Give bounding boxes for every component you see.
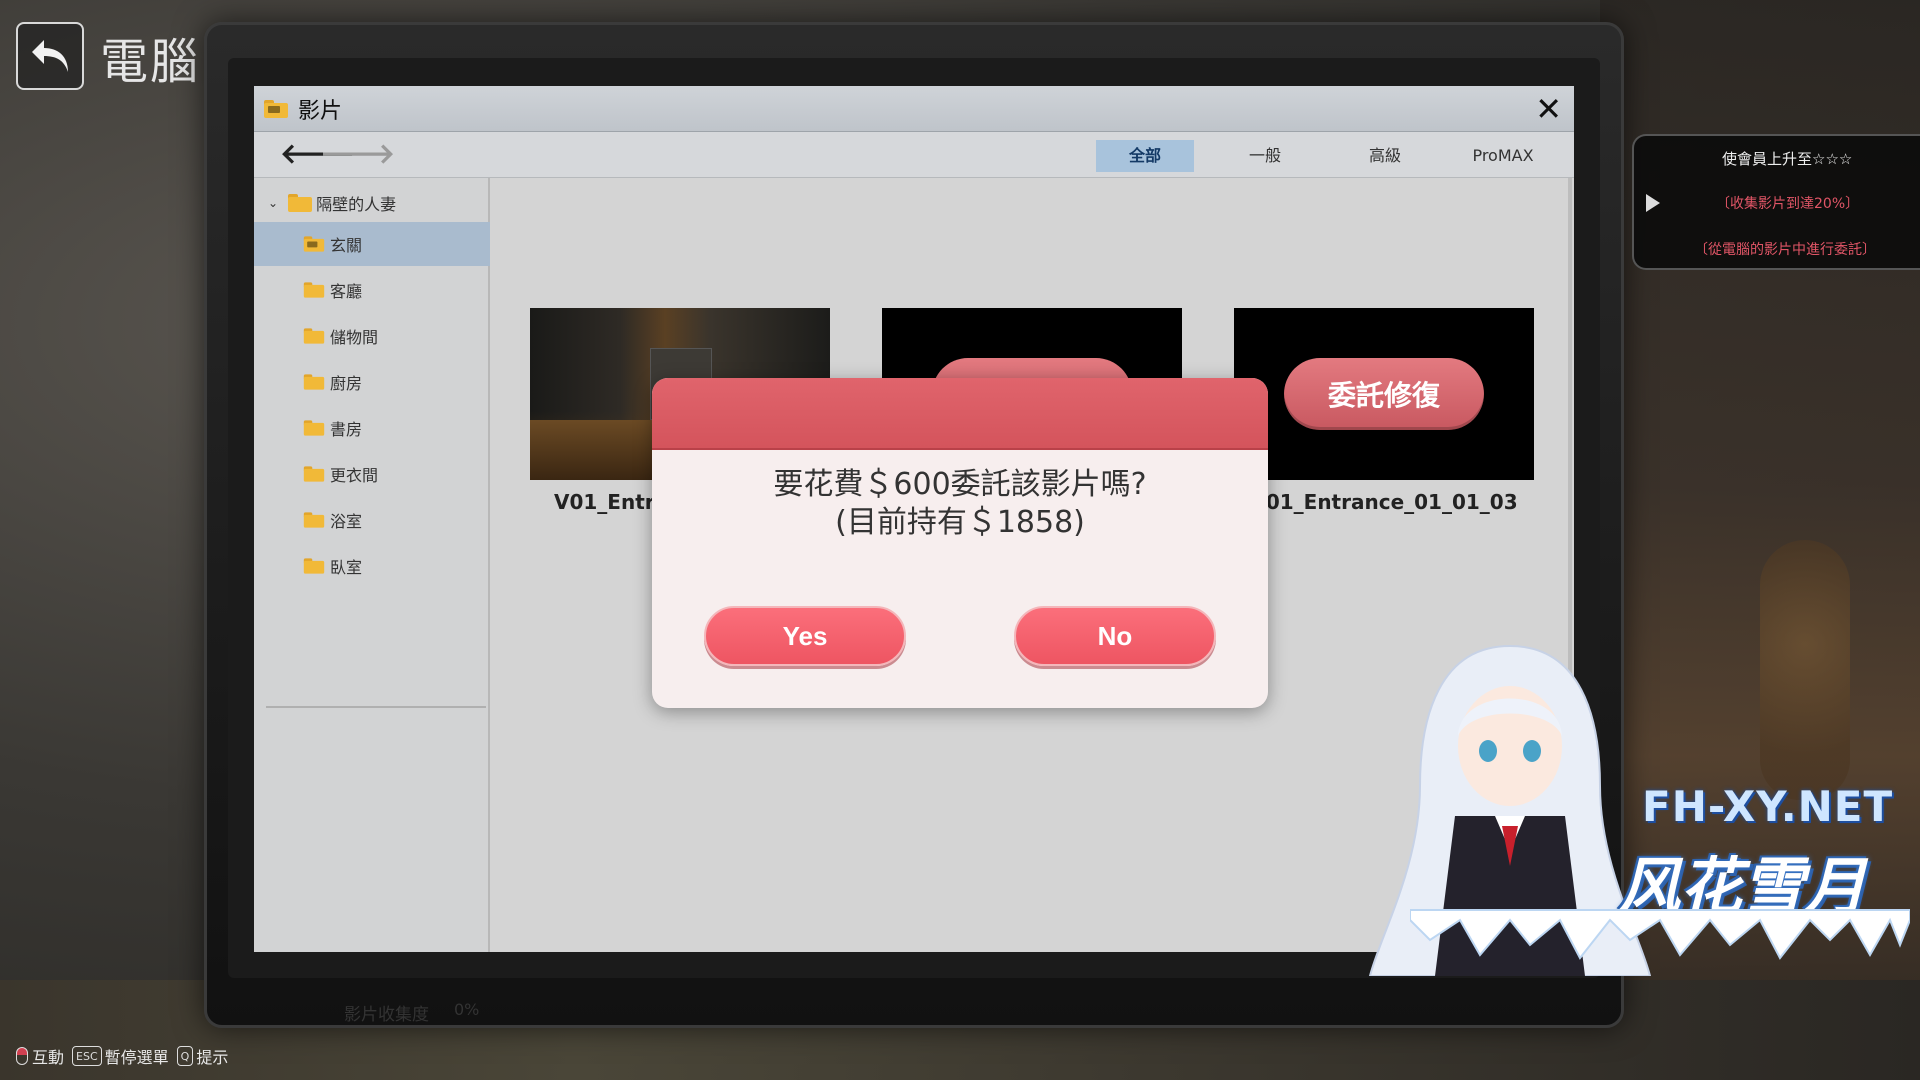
yes-button[interactable]: Yes bbox=[704, 606, 906, 666]
collection-value: 0% bbox=[454, 1000, 480, 1019]
sidebar-item-living-room[interactable]: 客廳 bbox=[254, 268, 490, 312]
close-icon[interactable]: ✕ bbox=[1535, 92, 1562, 126]
window-title: 影片 bbox=[298, 98, 343, 124]
tab-normal[interactable]: 一般 bbox=[1216, 140, 1314, 172]
page-title: 電腦 bbox=[100, 34, 201, 90]
watermark-site: FH-XY.NET bbox=[1642, 782, 1894, 831]
sidebar-item-study[interactable]: 書房 bbox=[254, 406, 490, 450]
sidebar-item-label: 書房 bbox=[330, 420, 363, 439]
tree-root-label: 隔壁的人妻 bbox=[316, 195, 397, 214]
task-condition-1: 〔收集影片到達20%〕 bbox=[1716, 196, 1860, 212]
folder-icon bbox=[303, 420, 325, 436]
folder-icon bbox=[303, 328, 325, 344]
dialog-balance: (目前持有＄1858) bbox=[835, 505, 1085, 540]
tab-advanced[interactable]: 高級 bbox=[1336, 140, 1434, 172]
confirm-dialog: 要花費＄600委託該影片嗎? (目前持有＄1858) Yes No bbox=[652, 378, 1268, 708]
back-button[interactable] bbox=[16, 22, 84, 90]
background-guitar bbox=[1760, 540, 1850, 800]
hint-interact: 互動 bbox=[32, 1048, 65, 1067]
sidebar-item-entrance[interactable]: 玄關 bbox=[254, 222, 490, 266]
task-condition-2: 〔從電腦的影片中進行委託〕 bbox=[1694, 242, 1876, 258]
dialog-question: 要花費＄600委託該影片嗎? bbox=[773, 467, 1147, 502]
collection-label: 影片收集度 bbox=[344, 1005, 429, 1025]
play-icon[interactable] bbox=[1646, 194, 1660, 212]
esc-key-icon: ESC bbox=[72, 1046, 102, 1066]
video-thumbnail-3: 委託修復 bbox=[1234, 308, 1534, 480]
folder-icon bbox=[288, 194, 313, 212]
q-key-icon: Q bbox=[176, 1046, 194, 1066]
video-title-3: V01_Entrance_01_01_03 bbox=[1250, 490, 1518, 514]
hint-tip: 提示 bbox=[196, 1048, 229, 1067]
sidebar-item-label: 更衣間 bbox=[330, 466, 379, 485]
control-hints: 互動 ESC 暫停選單 Q 提示 bbox=[16, 1044, 228, 1068]
sidebar-item-bedroom[interactable]: 臥室 bbox=[254, 544, 490, 588]
folder-icon bbox=[303, 282, 325, 298]
task-panel: 使會員上升至☆☆☆ 〔收集影片到達20%〕 〔從電腦的影片中進行委託〕 bbox=[1632, 134, 1920, 270]
window-titlebar: 影片 ✕ bbox=[254, 86, 1574, 132]
folder-icon bbox=[303, 558, 325, 574]
folder-open-icon bbox=[303, 236, 325, 252]
tab-all[interactable]: 全部 bbox=[1096, 140, 1194, 172]
task-title: 使會員上升至☆☆☆ bbox=[1722, 150, 1853, 168]
folder-icon bbox=[303, 374, 325, 390]
dialog-message: 要花費＄600委託該影片嗎? (目前持有＄1858) bbox=[652, 466, 1268, 542]
ice-decoration bbox=[1410, 909, 1910, 960]
sidebar-item-storage[interactable]: 儲物間 bbox=[254, 314, 490, 358]
undo-arrow-icon bbox=[32, 40, 68, 72]
sidebar-item-label: 臥室 bbox=[330, 558, 363, 577]
folder-icon bbox=[264, 99, 288, 118]
chevron-down-icon: ⌄ bbox=[268, 196, 279, 210]
mouse-icon bbox=[16, 1047, 28, 1065]
tab-promax[interactable]: ProMAX bbox=[1454, 140, 1552, 172]
sidebar-item-label: 客廳 bbox=[330, 282, 363, 301]
sidebar-item-dressing-room[interactable]: 更衣間 bbox=[254, 452, 490, 496]
folder-sidebar: ⌄ 隔壁的人妻 玄關 客廳 儲物間 廚房 書房 更衣間 浴室 臥室 影片收集度 … bbox=[254, 178, 490, 1025]
folder-icon bbox=[303, 512, 325, 528]
sidebar-item-label: 儲物間 bbox=[330, 328, 379, 347]
sidebar-item-kitchen[interactable]: 廚房 bbox=[254, 360, 490, 404]
sidebar-item-label: 廚房 bbox=[330, 374, 363, 393]
folder-icon bbox=[303, 466, 325, 482]
tree-root-folder[interactable]: ⌄ 隔壁的人妻 bbox=[268, 188, 396, 218]
hint-pause: 暫停選單 bbox=[104, 1048, 169, 1067]
dialog-header bbox=[652, 378, 1268, 450]
sidebar-divider bbox=[266, 706, 486, 708]
no-button[interactable]: No bbox=[1014, 606, 1216, 666]
commission-repair-button[interactable]: 委託修復 bbox=[1284, 358, 1484, 430]
sidebar-item-bathroom[interactable]: 浴室 bbox=[254, 498, 490, 542]
forward-arrow-icon[interactable]: 🡒 bbox=[320, 140, 395, 168]
sidebar-item-label: 浴室 bbox=[330, 512, 363, 531]
sidebar-item-label: 玄關 bbox=[330, 236, 363, 255]
